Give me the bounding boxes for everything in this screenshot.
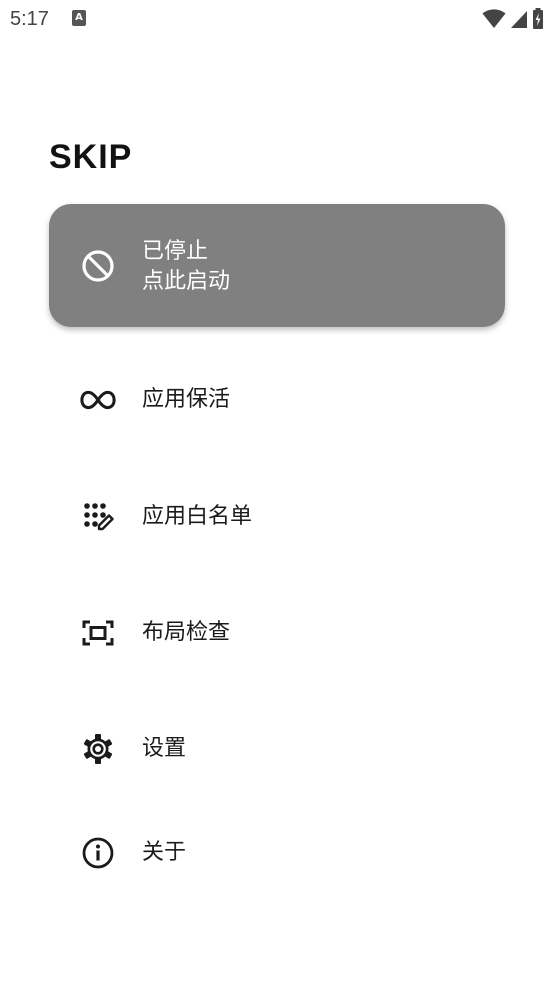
menu-item-settings[interactable]: 设置 (49, 717, 505, 781)
service-start-hint: 点此启动 (142, 269, 231, 294)
menu-item-label: 设置 (142, 736, 187, 761)
app-screen: 5:17 A SKIP 已停止 点此启动 应用保活 应用白名单 布局检查 设置 … (0, 0, 554, 984)
info-icon (80, 836, 116, 870)
menu-item-app-whitelist[interactable]: 应用白名单 (49, 485, 505, 549)
battery-charging-icon (532, 8, 544, 30)
service-status-card[interactable]: 已停止 点此启动 (49, 204, 505, 327)
service-status-text: 已停止 (142, 239, 209, 264)
dots-edit-icon (80, 500, 116, 534)
app-title: SKIP (49, 138, 133, 176)
focus-frame-icon (80, 616, 116, 650)
menu-item-about[interactable]: 关于 (49, 821, 505, 885)
status-bar: 5:17 A (0, 0, 554, 38)
menu-item-layout-inspect[interactable]: 布局检查 (49, 601, 505, 665)
cell-signal-icon (510, 9, 528, 29)
menu-item-label: 应用白名单 (142, 504, 253, 529)
status-time: 5:17 (10, 8, 49, 30)
status-icons (482, 8, 544, 30)
menu-item-keep-alive[interactable]: 应用保活 (49, 368, 505, 432)
menu-item-label: 布局检查 (142, 620, 231, 645)
notification-icon: A (72, 10, 86, 26)
infinity-icon (80, 383, 116, 417)
menu-item-label: 应用保活 (142, 387, 231, 412)
wifi-icon (482, 9, 506, 29)
gear-icon (80, 732, 116, 766)
menu-item-label: 关于 (142, 840, 187, 865)
block-icon (81, 249, 115, 283)
